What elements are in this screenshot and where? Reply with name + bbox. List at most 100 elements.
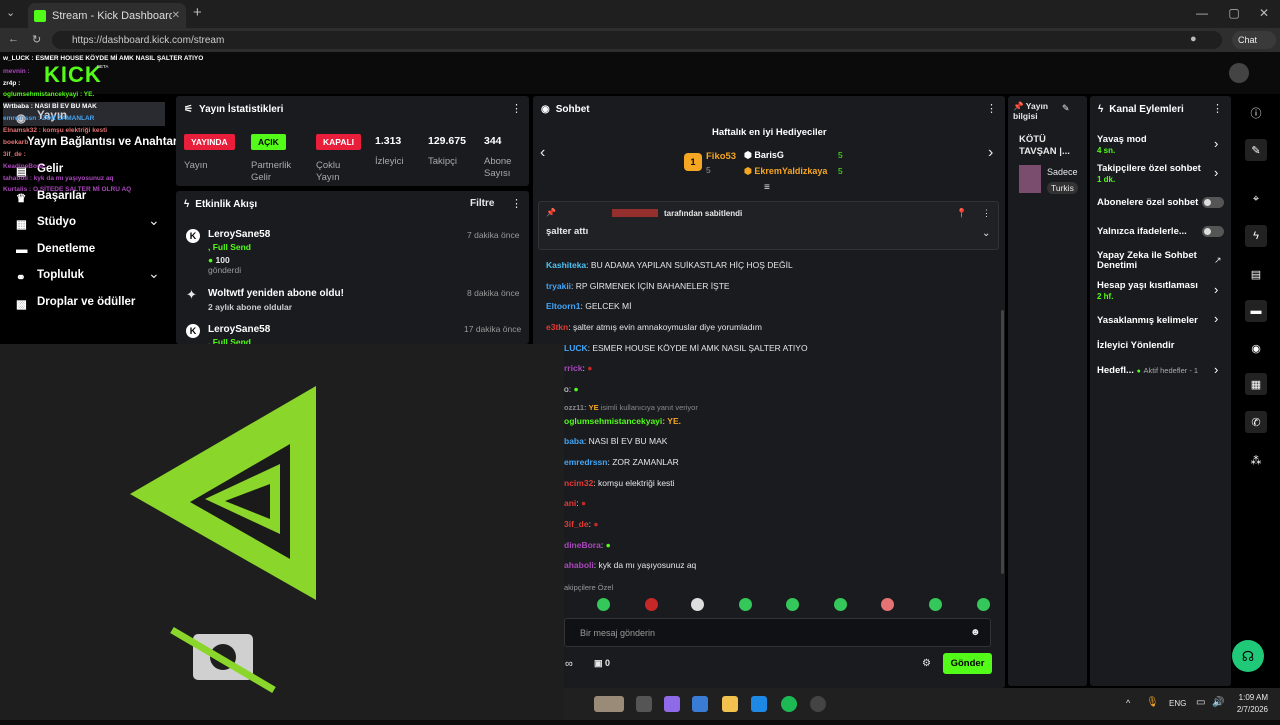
gifters-next-icon[interactable]: › bbox=[988, 144, 993, 162]
points-indicator[interactable]: ▣ 0 bbox=[594, 658, 610, 669]
minimize-icon[interactable]: — bbox=[1192, 6, 1212, 20]
banned-words-action[interactable]: Yasaklanmış kelimeler bbox=[1097, 315, 1198, 326]
document-icon[interactable]: ▤ bbox=[1245, 263, 1267, 285]
clock-time[interactable]: 1:09 AM bbox=[1236, 693, 1268, 702]
chat-username[interactable]: Eltoorn1 bbox=[546, 301, 580, 311]
chat-username[interactable]: rrick bbox=[564, 363, 582, 373]
pencil-icon[interactable]: ✎ bbox=[1245, 139, 1267, 161]
info-icon[interactable]: ⓘ bbox=[1245, 102, 1267, 124]
broadcast-icon[interactable]: ◉ bbox=[1245, 337, 1267, 359]
close-window-icon[interactable]: ✕ bbox=[1254, 6, 1274, 20]
chat-settings-icon[interactable]: ⚙ bbox=[922, 658, 931, 669]
chevron-right-icon[interactable]: › bbox=[1214, 282, 1218, 297]
unpin-icon[interactable]: 📍 bbox=[956, 208, 967, 219]
support-icon[interactable]: ☊ bbox=[1232, 640, 1264, 672]
sidebar-item-studio[interactable]: ▦ Stüdyo bbox=[16, 216, 76, 231]
stats-more-icon[interactable]: ⋮ bbox=[511, 102, 522, 115]
emote-button[interactable] bbox=[691, 598, 704, 611]
new-tab-button[interactable]: + bbox=[193, 4, 202, 21]
infinity-icon[interactable]: ∞ bbox=[565, 658, 573, 670]
copilot-icon[interactable] bbox=[664, 696, 680, 712]
event-name[interactable]: LeroySane58 bbox=[208, 324, 270, 335]
external-link-icon[interactable]: ↗ bbox=[1214, 255, 1222, 266]
chat-username[interactable]: ani bbox=[564, 498, 576, 508]
emotes-only-toggle[interactable] bbox=[1202, 226, 1224, 237]
emote-button[interactable] bbox=[645, 598, 658, 611]
emote-button[interactable] bbox=[977, 598, 990, 611]
sidebar-item-moderation[interactable]: ▬ Denetleme bbox=[16, 243, 95, 256]
emote-button[interactable] bbox=[739, 598, 752, 611]
app-icon[interactable] bbox=[810, 696, 826, 712]
scan-icon[interactable]: ⌖ bbox=[1245, 188, 1267, 210]
url-input[interactable]: https://dashboard.kick.com/stream bbox=[52, 31, 1222, 49]
tray-chevron-icon[interactable]: ^ bbox=[1126, 698, 1130, 708]
sidebar-item-drops[interactable]: ▩ Droplar ve ödüller bbox=[16, 296, 135, 311]
sidebar-item-stream-key[interactable]: Yayın Bağlantısı ve Anahtarı bbox=[27, 136, 181, 148]
chat-icon[interactable]: ▬ bbox=[1245, 300, 1267, 322]
chevron-down-icon[interactable]: ⌄ bbox=[148, 212, 160, 229]
chat-username[interactable]: Kashiteka bbox=[546, 260, 586, 270]
pinned-more-icon[interactable]: ⋮ bbox=[982, 208, 991, 219]
profile-avatar[interactable]: ● bbox=[1190, 33, 1197, 45]
network-icon[interactable]: ▭ bbox=[1196, 697, 1205, 708]
chat-username[interactable]: 3if_de bbox=[564, 519, 589, 529]
account-age-action[interactable]: Hesap yaşı kısıtlaması 2 hf. bbox=[1097, 280, 1198, 302]
microphone-icon[interactable]: 🎙 bbox=[1146, 697, 1159, 708]
chat-username[interactable]: ahaboli bbox=[564, 560, 594, 570]
gifter-entry[interactable]: ⬢ BarisG bbox=[744, 150, 784, 161]
goals-action[interactable]: Hedefl... ● Aktif hedefler - 1 bbox=[1097, 365, 1198, 376]
explorer-icon[interactable] bbox=[722, 696, 738, 712]
chevron-down-icon[interactable]: ⌄ bbox=[148, 265, 160, 282]
chat-username[interactable]: dineBora bbox=[564, 540, 601, 550]
chevron-right-icon[interactable]: › bbox=[1214, 136, 1218, 151]
chat-username[interactable]: tryakii bbox=[546, 281, 571, 291]
event-name[interactable]: LeroySane58 bbox=[208, 229, 270, 240]
user-avatar[interactable] bbox=[1229, 63, 1249, 83]
back-icon[interactable]: ← bbox=[8, 33, 19, 45]
followers-only-action[interactable]: Takipçilere özel sohbet 1 dk. bbox=[1097, 163, 1201, 185]
channel-more-icon[interactable]: ⋮ bbox=[1212, 102, 1223, 115]
emote-button[interactable] bbox=[881, 598, 894, 611]
layout-icon[interactable]: ▦ bbox=[1245, 373, 1267, 395]
chat-username[interactable]: baba bbox=[564, 436, 584, 446]
apps-icon[interactable]: ⁂ bbox=[1245, 449, 1267, 471]
close-tab-icon[interactable]: ✕ bbox=[172, 10, 180, 21]
volume-icon[interactable]: 🔊 bbox=[1212, 697, 1224, 708]
chat-scrollbar[interactable] bbox=[1001, 310, 1004, 574]
chat-username[interactable]: LUCK bbox=[564, 343, 588, 353]
taskview-icon[interactable] bbox=[636, 696, 652, 712]
collapse-icon[interactable]: ≡ bbox=[764, 182, 770, 193]
emote-button[interactable] bbox=[834, 598, 847, 611]
tab-list-icon[interactable]: ⌄ bbox=[6, 6, 15, 19]
filter-button[interactable]: Filtre bbox=[470, 198, 494, 209]
browser-tab[interactable]: Stream - Kick Dashboard ✕ bbox=[28, 3, 186, 28]
gifter-name[interactable]: Fiko53 bbox=[706, 151, 736, 162]
kick-logo[interactable]: KICK bbox=[44, 62, 102, 88]
maximize-icon[interactable]: ▢ bbox=[1224, 6, 1244, 20]
sidebar-item-community[interactable]: ⚭ Topluluk bbox=[16, 269, 84, 284]
chevron-right-icon[interactable]: › bbox=[1214, 362, 1218, 377]
bolt-icon[interactable]: ϟ bbox=[1245, 225, 1267, 247]
activity-more-icon[interactable]: ⋮ bbox=[511, 197, 522, 210]
expand-icon[interactable]: ⌄ bbox=[982, 228, 990, 239]
chat-username[interactable]: emredrssn bbox=[564, 457, 607, 467]
chevron-right-icon[interactable]: › bbox=[1214, 311, 1218, 326]
emote-button[interactable] bbox=[786, 598, 799, 611]
category-name[interactable]: Sadece bbox=[1047, 167, 1078, 177]
chevron-right-icon[interactable]: › bbox=[1214, 165, 1218, 180]
gifters-prev-icon[interactable]: ‹ bbox=[540, 144, 545, 162]
slow-mode-action[interactable]: Yavaş mod 4 sn. bbox=[1097, 134, 1147, 156]
wrench-icon[interactable]: ✆ bbox=[1245, 411, 1267, 433]
clock-date[interactable]: 2/7/2026 bbox=[1232, 705, 1268, 714]
chat-username[interactable]: oglumsehmistancekyayi bbox=[564, 416, 662, 426]
spotify-icon[interactable] bbox=[781, 696, 797, 712]
send-button[interactable]: Gönder bbox=[943, 653, 992, 674]
store-icon[interactable] bbox=[692, 696, 708, 712]
chat-username[interactable]: e3tkn bbox=[546, 322, 568, 332]
reload-icon[interactable]: ↻ bbox=[32, 33, 41, 46]
chat-username[interactable]: ncim32 bbox=[564, 478, 593, 488]
emote-button[interactable] bbox=[929, 598, 942, 611]
gifter-entry[interactable]: ⬢ EkremYaldizkaya bbox=[744, 166, 827, 177]
host-action[interactable]: İzleyici Yönlendir bbox=[1097, 340, 1174, 351]
emote-button[interactable] bbox=[597, 598, 610, 611]
